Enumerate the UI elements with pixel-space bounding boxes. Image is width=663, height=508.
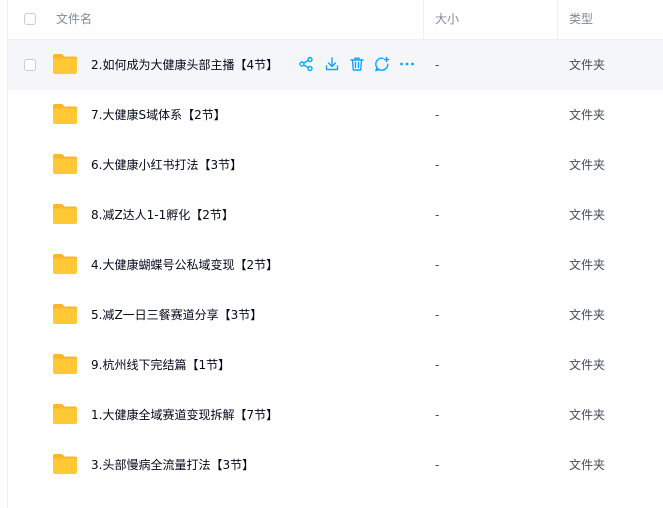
file-name[interactable]: 6.大健康小红书打法【3节】 — [91, 140, 242, 190]
file-size: - — [435, 158, 440, 172]
delete-icon[interactable] — [349, 56, 365, 72]
column-divider[interactable] — [423, 0, 424, 39]
file-type: 文件夹 — [569, 58, 606, 72]
file-name[interactable]: 2.如何成为大健康头部主播【4节】 — [91, 40, 278, 90]
file-row[interactable]: 7.大健康S域体系【2节】 - 文件夹 — [8, 90, 663, 140]
file-row[interactable]: 4.大健康蝴蝶号公私域变现【2节】 - 文件夹 — [8, 240, 663, 290]
file-row[interactable]: 8.减Z达人1-1孵化【2节】 - 文件夹 — [8, 190, 663, 240]
comment-icon[interactable] — [374, 56, 390, 72]
file-name[interactable]: 3.头部慢病全流量打法【3节】 — [91, 440, 254, 490]
file-row[interactable]: 2.如何成为大健康头部主播【4节】 - 文件夹 — [8, 40, 663, 90]
folder-icon — [53, 254, 77, 274]
file-list-header: 文件名 大小 类型 — [8, 0, 663, 40]
column-divider[interactable] — [557, 0, 558, 39]
file-size: - — [435, 108, 440, 122]
row-checkbox[interactable] — [24, 59, 36, 71]
folder-icon — [53, 154, 77, 174]
file-type: 文件夹 — [569, 358, 606, 372]
file-row[interactable]: 9.杭州线下完结篇【1节】 - 文件夹 — [8, 340, 663, 390]
folder-icon — [53, 204, 77, 224]
folder-icon — [53, 454, 77, 474]
share-icon[interactable] — [298, 56, 314, 72]
file-name[interactable]: 5.减Z一日三餐赛道分享【3节】 — [91, 290, 262, 340]
file-type: 文件夹 — [569, 108, 606, 122]
column-header-size[interactable]: 大小 — [435, 0, 459, 39]
folder-icon — [53, 404, 77, 424]
folder-icon — [53, 54, 77, 74]
file-row[interactable]: 5.减Z一日三餐赛道分享【3节】 - 文件夹 — [8, 290, 663, 340]
file-row[interactable]: 3.头部慢病全流量打法【3节】 - 文件夹 — [8, 440, 663, 490]
file-size: - — [435, 408, 440, 422]
file-type: 文件夹 — [569, 458, 606, 472]
folder-icon — [53, 304, 77, 324]
column-header-name[interactable]: 文件名 — [56, 0, 92, 39]
select-all-checkbox[interactable] — [24, 13, 36, 25]
folder-icon — [53, 354, 77, 374]
file-type: 文件夹 — [569, 208, 606, 222]
file-type: 文件夹 — [569, 258, 606, 272]
file-name[interactable]: 7.大健康S域体系【2节】 — [91, 90, 226, 140]
file-size: - — [435, 208, 440, 222]
file-type: 文件夹 — [569, 408, 606, 422]
file-size: - — [435, 58, 440, 72]
file-size: - — [435, 358, 440, 372]
file-name[interactable]: 1.大健康全域赛道变现拆解【7节】 — [91, 390, 278, 440]
file-name[interactable]: 9.杭州线下完结篇【1节】 — [91, 340, 230, 390]
file-name[interactable]: 8.减Z达人1-1孵化【2节】 — [91, 190, 234, 240]
file-type: 文件夹 — [569, 158, 606, 172]
column-header-type[interactable]: 类型 — [569, 0, 593, 39]
file-row[interactable]: 1.大健康全域赛道变现拆解【7节】 - 文件夹 — [8, 390, 663, 440]
file-type: 文件夹 — [569, 308, 606, 322]
download-icon[interactable] — [324, 56, 340, 72]
more-icon[interactable] — [399, 56, 415, 72]
file-size: - — [435, 258, 440, 272]
folder-icon — [53, 104, 77, 124]
file-row[interactable]: 6.大健康小红书打法【3节】 - 文件夹 — [8, 140, 663, 190]
file-size: - — [435, 458, 440, 472]
file-name[interactable]: 4.大健康蝴蝶号公私域变现【2节】 — [91, 240, 278, 290]
file-size: - — [435, 308, 440, 322]
